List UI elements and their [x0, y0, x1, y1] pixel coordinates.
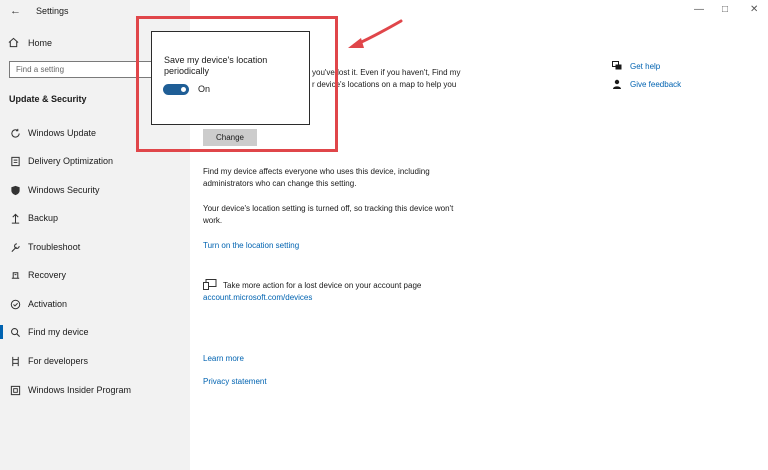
recovery-icon: [9, 269, 21, 281]
insider-icon: [9, 384, 21, 396]
sidebar-item-windows-security[interactable]: Windows Security: [0, 180, 190, 200]
affects-text-line2: administrators who can change this setti…: [203, 179, 357, 188]
minimize-button[interactable]: —: [694, 4, 704, 15]
backup-icon: [9, 212, 21, 224]
sidebar-item-label: For developers: [28, 356, 89, 366]
get-help-link[interactable]: Get help: [612, 61, 660, 71]
back-button[interactable]: ←: [10, 5, 21, 17]
sidebar-item-troubleshoot[interactable]: Troubleshoot: [0, 237, 190, 257]
sidebar-item-for-developers[interactable]: For developers: [0, 351, 190, 371]
sidebar-item-activation[interactable]: Activation: [0, 294, 190, 314]
sidebar-item-recovery[interactable]: Recovery: [0, 265, 190, 285]
delivery-icon: [9, 155, 21, 167]
location-text-line1: Your device's location setting is turned…: [203, 204, 454, 213]
chat-help-icon: [612, 61, 622, 70]
developer-icon: [9, 355, 21, 367]
sidebar-item-windows-insider[interactable]: Windows Insider Program: [0, 380, 190, 400]
sidebar-item-label: Backup: [28, 213, 59, 223]
sidebar-item-label: Windows Security: [28, 185, 100, 195]
section-title: Update & Security: [9, 94, 87, 104]
annotation-arrow-icon: [348, 19, 403, 48]
shield-icon: [9, 184, 21, 196]
sidebar-item-label: Find my device: [28, 327, 89, 337]
home-icon: [8, 37, 19, 48]
account-action-text: Take more action for a lost device on yo…: [223, 281, 422, 290]
sidebar-item-label: Recovery: [28, 270, 67, 280]
maximize-button[interactable]: □: [722, 4, 728, 15]
account-devices-link[interactable]: account.microsoft.com/devices: [203, 292, 312, 304]
privacy-statement-link[interactable]: Privacy statement: [203, 376, 267, 388]
activation-icon: [9, 298, 21, 310]
home-label: Home: [28, 37, 53, 48]
feedback-icon: [613, 79, 621, 89]
sidebar-item-label: Delivery Optimization: [28, 156, 114, 166]
home-nav[interactable]: Home: [8, 37, 52, 48]
find-device-icon: [9, 326, 21, 338]
wrench-icon: [9, 241, 21, 253]
app-title: Settings: [36, 6, 69, 16]
give-feedback-link[interactable]: Give feedback: [612, 79, 681, 89]
close-button[interactable]: ✕: [750, 4, 758, 15]
sidebar-item-delivery-optimization[interactable]: Delivery Optimization: [0, 151, 190, 171]
location-text-line2: work.: [203, 216, 223, 225]
sidebar-item-label: Windows Insider Program: [28, 385, 132, 395]
get-help-label: Get help: [630, 61, 661, 71]
sidebar-item-label: Activation: [28, 299, 68, 309]
sidebar-item-label: Troubleshoot: [28, 242, 81, 252]
learn-more-link[interactable]: Learn more: [203, 353, 244, 365]
sidebar-item-label: Windows Update: [28, 128, 97, 138]
annotation-highlight-box: [136, 16, 338, 152]
sync-icon: [9, 127, 21, 139]
sidebar-item-backup[interactable]: Backup: [0, 208, 190, 228]
give-feedback-label: Give feedback: [630, 79, 682, 89]
sidebar-item-find-my-device[interactable]: Find my device: [0, 322, 190, 342]
turn-on-location-link[interactable]: Turn on the location setting: [203, 240, 299, 252]
affects-text-line1: Find my device affects everyone who uses…: [203, 167, 430, 176]
